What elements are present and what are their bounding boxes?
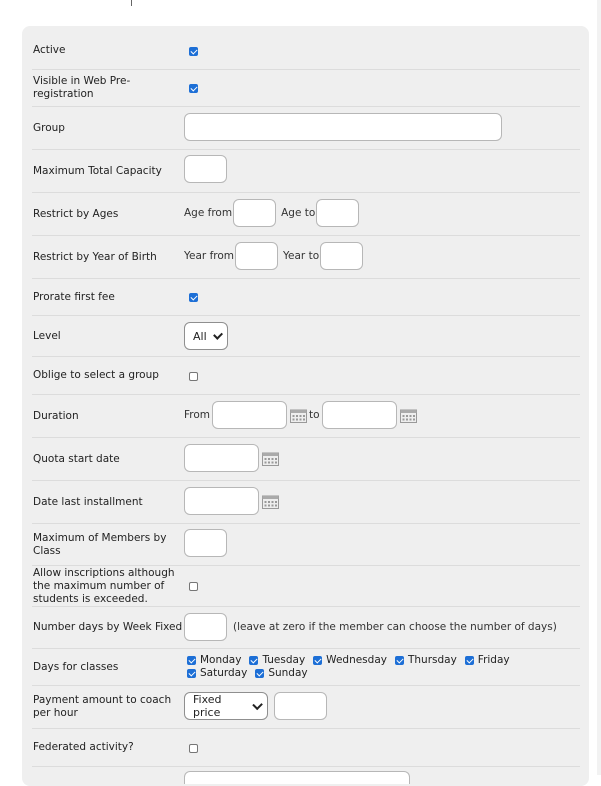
- group-input[interactable]: [184, 113, 502, 141]
- federated-checkbox[interactable]: [189, 744, 198, 753]
- oblige-group-label: Oblige to select a group: [33, 369, 159, 381]
- day-label: Thursday: [407, 654, 457, 666]
- day-friday[interactable]: Friday: [464, 654, 510, 667]
- year-to-label: Year to: [283, 250, 320, 262]
- age-to-label: Age to: [281, 207, 316, 219]
- duration-to-label: to: [309, 409, 320, 421]
- next-field-input[interactable]: [184, 771, 410, 784]
- allow-inscriptions-label: Allow inscriptions although the maximum …: [33, 566, 175, 605]
- row-visible-web: Visible in Web Pre-registration: [32, 70, 580, 107]
- top-edge: [0, 0, 601, 10]
- scrollbar[interactable]: [597, 0, 601, 775]
- calendar-icon[interactable]: [262, 494, 279, 509]
- oblige-group-checkbox[interactable]: [189, 372, 198, 381]
- row-federated: Federated activity?: [32, 729, 580, 767]
- days-week-fixed-label: Number days by Week Fixed: [33, 621, 183, 633]
- chevron-down-icon: [212, 329, 223, 340]
- row-duration: Duration From to: [32, 395, 580, 438]
- day-checkbox[interactable]: [187, 656, 196, 665]
- day-monday[interactable]: Monday: [187, 654, 241, 667]
- max-capacity-input[interactable]: [184, 155, 227, 183]
- duration-label: Duration: [33, 409, 79, 422]
- day-checkbox[interactable]: [249, 656, 259, 665]
- row-restrict-year: Restrict by Year of Birth Year from Year…: [32, 236, 580, 279]
- row-date-last-installment: Date last installment: [32, 481, 580, 524]
- level-selected: All: [193, 329, 207, 343]
- active-label: Active: [33, 44, 66, 56]
- calendar-icon[interactable]: [262, 451, 279, 466]
- age-to-input[interactable]: [316, 199, 360, 227]
- year-to-input[interactable]: [320, 242, 364, 270]
- day-label: Friday: [477, 654, 510, 666]
- row-level: Level All: [32, 316, 580, 357]
- quota-start-input[interactable]: [184, 444, 259, 472]
- row-active: Active: [32, 32, 580, 70]
- row-allow-inscriptions: Allow inscriptions although the maximum …: [32, 566, 580, 607]
- duration-from-input[interactable]: [212, 401, 288, 429]
- max-members-class-input[interactable]: [184, 529, 227, 557]
- year-from-input[interactable]: [235, 242, 279, 270]
- restrict-year-label: Restrict by Year of Birth: [33, 250, 157, 263]
- day-checkbox[interactable]: [255, 669, 265, 678]
- day-checkbox[interactable]: [187, 669, 196, 678]
- row-days-week-fixed: Number days by Week Fixed (leave at zero…: [32, 607, 580, 649]
- age-from-label: Age from: [184, 207, 233, 219]
- row-restrict-ages: Restrict by Ages Age from Age to: [32, 193, 580, 236]
- age-from-input[interactable]: [233, 199, 277, 227]
- day-label: Wednesday: [326, 654, 387, 666]
- row-prorate: Prorate first fee: [32, 279, 580, 316]
- level-label: Level: [33, 329, 61, 342]
- duration-to-input[interactable]: [321, 401, 397, 429]
- date-last-installment-label: Date last installment: [33, 495, 143, 508]
- active-checkbox[interactable]: [189, 47, 198, 56]
- row-days-classes: Days for classes Monday Tuesday Wednesda…: [32, 649, 580, 686]
- date-last-installment-input[interactable]: [184, 487, 259, 515]
- allow-inscriptions-checkbox[interactable]: [189, 582, 198, 591]
- payment-type-selected: Fixed price: [193, 693, 222, 719]
- max-capacity-label: Maximum Total Capacity: [33, 164, 162, 177]
- payment-amount-input[interactable]: [274, 692, 327, 720]
- days-classes-label: Days for classes: [33, 660, 119, 673]
- days-week-fixed-input[interactable]: [184, 613, 227, 641]
- day-saturday[interactable]: Saturday: [187, 667, 247, 680]
- day-label: Saturday: [200, 667, 248, 679]
- row-max-capacity: Maximum Total Capacity: [32, 150, 580, 193]
- duration-from-label: From: [184, 409, 211, 421]
- day-thursday[interactable]: Thursday: [394, 654, 457, 667]
- year-from-label: Year from: [184, 250, 235, 262]
- row-max-members-class: Maximum of Members by Class: [32, 524, 580, 566]
- visible-web-label: Visible in Web Pre-registration: [33, 75, 131, 100]
- cursor-mark: [131, 0, 132, 6]
- settings-panel: Active Visible in Web Pre-registration G…: [22, 26, 589, 786]
- calendar-icon[interactable]: [290, 408, 308, 423]
- calendar-icon[interactable]: [399, 408, 417, 423]
- row-group: Group: [32, 107, 580, 150]
- federated-label: Federated activity?: [33, 741, 134, 753]
- day-wednesday[interactable]: Wednesday: [313, 654, 387, 667]
- day-label: Tuesday: [262, 654, 306, 666]
- prorate-checkbox[interactable]: [189, 293, 198, 302]
- payment-type-select[interactable]: Fixed price: [184, 692, 268, 720]
- day-sunday[interactable]: Sunday: [255, 667, 308, 680]
- row-oblige-group: Oblige to select a group: [32, 357, 580, 395]
- days-week-fixed-hint: (leave at zero if the member can choose …: [233, 621, 557, 633]
- day-label: Monday: [200, 654, 242, 666]
- level-select[interactable]: All: [184, 322, 228, 350]
- visible-web-checkbox[interactable]: [189, 84, 198, 93]
- day-tuesday[interactable]: Tuesday: [249, 654, 305, 667]
- day-checkbox[interactable]: [313, 656, 323, 665]
- day-checkbox[interactable]: [464, 656, 474, 665]
- chevron-down-icon: [251, 699, 263, 710]
- row-payment-coach: Payment amount to coach per hour Fixed p…: [32, 686, 580, 729]
- day-label: Sunday: [268, 667, 308, 679]
- prorate-label: Prorate first fee: [33, 290, 115, 303]
- group-label: Group: [33, 121, 65, 134]
- quota-start-label: Quota start date: [33, 452, 120, 465]
- restrict-ages-label: Restrict by Ages: [33, 207, 119, 220]
- payment-coach-label: Payment amount to coach per hour: [33, 694, 172, 719]
- max-members-class-label: Maximum of Members by Class: [33, 531, 167, 557]
- row-quota-start: Quota start date: [32, 438, 580, 481]
- day-checkbox[interactable]: [394, 656, 404, 665]
